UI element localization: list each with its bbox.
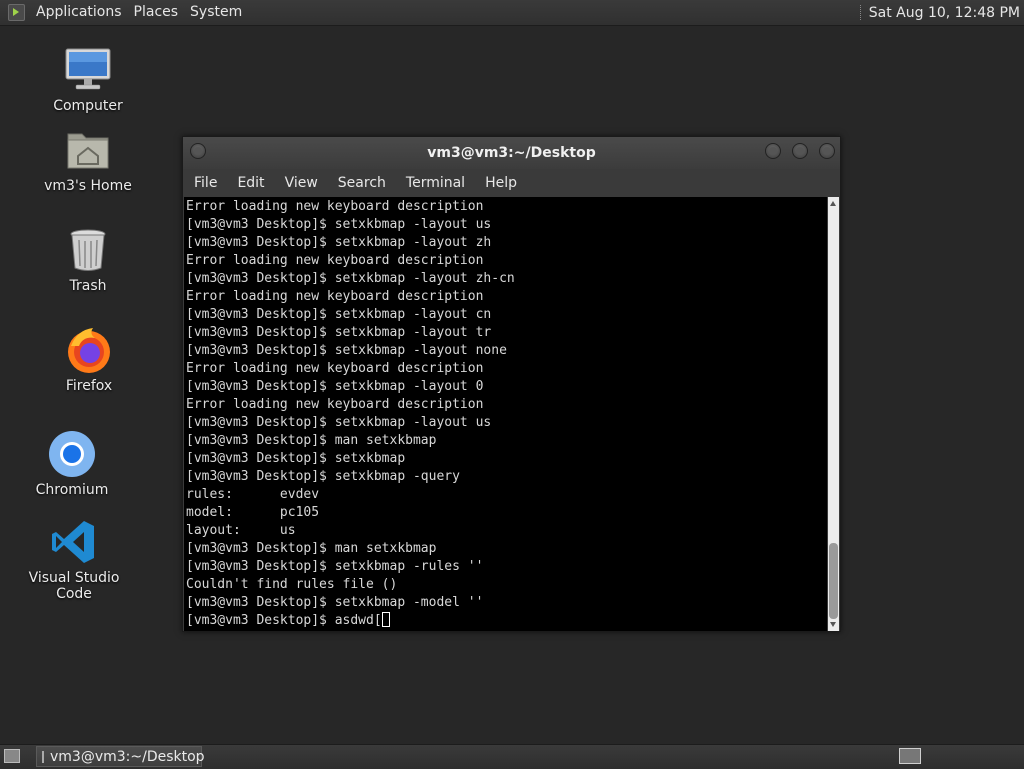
terminal-line: Error loading new keyboard description xyxy=(186,289,484,304)
minimize-button[interactable] xyxy=(765,143,781,159)
terminal-line: model: pc105 xyxy=(186,505,320,520)
menu-applications[interactable]: Applications xyxy=(30,0,128,25)
taskbar-item-terminal[interactable]: vm3@vm3:~/Desktop xyxy=(36,746,205,767)
terminal-line: [vm3@vm3 Desktop]$ man setxkbmap xyxy=(186,433,437,448)
trash-icon xyxy=(64,226,112,274)
terminal-title: vm3@vm3:~/Desktop xyxy=(427,145,596,161)
desktop-icon-label: Computer xyxy=(53,98,123,114)
terminal-line: [vm3@vm3 Desktop]$ setxkbmap -layout us xyxy=(186,415,492,430)
top-menu: Applications Places System xyxy=(0,0,248,25)
desktop-icon-label: Trash xyxy=(69,278,107,294)
terminal-line: Error loading new keyboard description xyxy=(186,361,484,376)
clock-area: Sat Aug 10, 12:48 PM xyxy=(859,0,1024,25)
taskbar-item-label: vm3@vm3:~/Desktop xyxy=(50,748,205,765)
terminal-line: [vm3@vm3 Desktop]$ setxkbmap -layout tr xyxy=(186,325,492,340)
desktop-icon-label: Firefox xyxy=(65,378,113,394)
terminal-scrollbar[interactable] xyxy=(828,197,839,631)
menu-edit[interactable]: Edit xyxy=(227,175,274,191)
terminal-titlebar[interactable]: vm3@vm3:~/Desktop xyxy=(183,137,840,169)
clock[interactable]: Sat Aug 10, 12:48 PM xyxy=(869,5,1024,21)
desktop-icon-trash[interactable]: Trash xyxy=(28,226,148,294)
terminal-line: Couldn't find rules file () xyxy=(186,577,398,592)
terminal-window[interactable]: vm3@vm3:~/Desktop File Edit View Search … xyxy=(182,136,841,632)
desktop-icon-vscode[interactable]: Visual Studio Code xyxy=(14,518,134,602)
terminal-line: [vm3@vm3 Desktop]$ setxkbmap -layout cn xyxy=(186,307,492,322)
maximize-button[interactable] xyxy=(792,143,808,159)
terminal-line: [vm3@vm3 Desktop]$ setxkbmap -rules '' xyxy=(186,559,484,574)
scroll-up-arrow-icon[interactable] xyxy=(830,201,836,206)
terminal-line: [vm3@vm3 Desktop]$ setxkbmap -query xyxy=(186,469,460,484)
terminal-line: [vm3@vm3 Desktop]$ setxkbmap -layout zh xyxy=(186,235,492,250)
terminal-output: Error loading new keyboard description [… xyxy=(186,198,515,630)
bottom-panel: vm3@vm3:~/Desktop xyxy=(0,744,1024,769)
terminal-screen[interactable]: Error loading new keyboard description [… xyxy=(184,197,827,631)
terminal-prompt-line[interactable]: [vm3@vm3 Desktop]$ asdwd[ xyxy=(186,612,515,630)
firefox-icon xyxy=(65,326,113,374)
terminal-line: [vm3@vm3 Desktop]$ man setxkbmap xyxy=(186,541,437,556)
terminal-icon xyxy=(42,750,44,763)
terminal-line: [vm3@vm3 Desktop]$ setxkbmap -layout 0 xyxy=(186,379,484,394)
terminal-line: [vm3@vm3 Desktop]$ setxkbmap -model '' xyxy=(186,595,484,610)
terminal-line: Error loading new keyboard description xyxy=(186,253,484,268)
terminal-line: [vm3@vm3 Desktop]$ setxkbmap -layout non… xyxy=(186,343,507,358)
terminal-line: rules: evdev xyxy=(186,487,320,502)
desktop-icon-firefox[interactable]: Firefox xyxy=(29,326,149,394)
show-desktop-button[interactable] xyxy=(4,749,20,763)
menu-places[interactable]: Places xyxy=(128,0,185,25)
menu-view[interactable]: View xyxy=(275,175,328,191)
menu-terminal[interactable]: Terminal xyxy=(396,175,475,191)
scroll-down-arrow-icon[interactable] xyxy=(830,622,836,627)
desktop-icon-chromium[interactable]: Chromium xyxy=(12,430,132,498)
desktop-icon-label: Chromium xyxy=(35,482,109,498)
terminal-line: layout: us xyxy=(186,523,296,538)
menu-system[interactable]: System xyxy=(184,0,248,25)
vscode-icon xyxy=(50,518,98,566)
terminal-menubar: File Edit View Search Terminal Help xyxy=(183,169,840,197)
top-panel: Applications Places System Sat Aug 10, 1… xyxy=(0,0,1024,26)
terminal-line: [vm3@vm3 Desktop]$ setxkbmap -layout zh-… xyxy=(186,271,515,286)
desktop-icon-home[interactable]: vm3's Home xyxy=(28,126,148,194)
desktop-icon-label: vm3's Home xyxy=(44,178,132,194)
menu-help[interactable]: Help xyxy=(475,175,527,191)
desktop-icon-computer[interactable]: Computer xyxy=(28,46,148,114)
home-folder-icon xyxy=(64,126,112,174)
terminal-line: Error loading new keyboard description xyxy=(186,397,484,412)
terminal-line: [vm3@vm3 Desktop]$ setxkbmap -layout us xyxy=(186,217,492,232)
panel-separator-handle[interactable] xyxy=(859,5,863,20)
menu-file[interactable]: File xyxy=(183,175,227,191)
chromium-icon xyxy=(48,430,96,478)
terminal-prompt-text: [vm3@vm3 Desktop]$ asdwd[ xyxy=(186,613,382,628)
desktop: Applications Places System Sat Aug 10, 1… xyxy=(0,0,1024,769)
terminal-line: [vm3@vm3 Desktop]$ setxkbmap xyxy=(186,451,406,466)
terminal-line: Error loading new keyboard description xyxy=(186,199,484,214)
menu-search[interactable]: Search xyxy=(328,175,396,191)
desktop-icon-label: Visual Studio Code xyxy=(28,570,120,602)
close-button[interactable] xyxy=(819,143,835,159)
scrollbar-thumb[interactable] xyxy=(829,543,838,619)
computer-icon xyxy=(64,46,112,94)
workspace-switcher[interactable] xyxy=(899,748,921,764)
terminal-cursor xyxy=(381,612,390,627)
applications-logo-icon[interactable] xyxy=(8,4,25,21)
